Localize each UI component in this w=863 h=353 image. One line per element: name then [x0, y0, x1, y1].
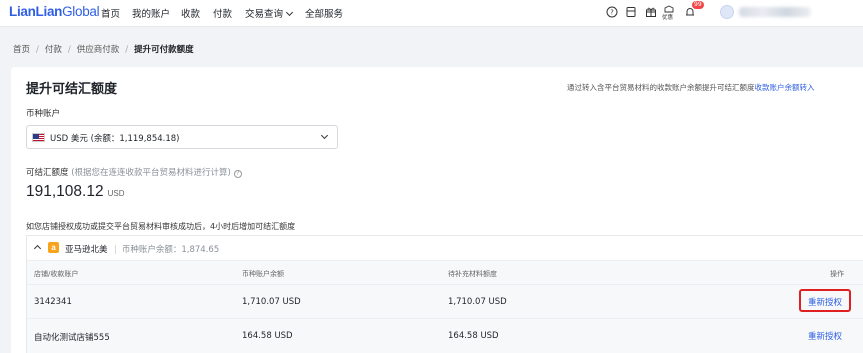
limit-label: 可结汇额度 (根据您在连连收款平台贸易材料进行计算)? [26, 166, 242, 178]
nav-transactions[interactable]: 交易查询 [245, 6, 294, 20]
nav-my-account[interactable]: 我的账户 [132, 6, 170, 20]
gift-icon[interactable] [645, 6, 657, 18]
breadcrumb-pay[interactable]: 付款 [45, 45, 62, 55]
promo-label: 优惠 [662, 15, 674, 21]
nav-all-services[interactable]: 全部服务 [305, 6, 343, 20]
svg-text:?: ? [610, 9, 614, 17]
reauthorize-button[interactable]: 重新授权 [808, 330, 842, 342]
breadcrumb-current: 提升可付款额度 [134, 45, 194, 55]
user-name-blurred[interactable] [739, 7, 811, 17]
us-flag-icon [32, 133, 45, 142]
promo-icon [664, 5, 674, 13]
notification-badge: 99 [692, 1, 704, 9]
breadcrumb-home[interactable]: 首页 [13, 45, 30, 55]
th-action: 操作 [830, 270, 844, 278]
amazon-icon: a [48, 242, 59, 253]
th-account: 店铺/收款账户 [34, 270, 79, 278]
row-pending: 164.58 USD [448, 331, 499, 341]
row-balance: 1,710.07 USD [242, 297, 301, 307]
row-balance: 164.58 USD [242, 331, 293, 341]
tip-text: 通过转入含平台贸易材料的收款账户余额提升可结汇额度收款账户余额转入 [567, 83, 815, 92]
currency-account-label: 币种账户 [26, 109, 61, 119]
avatar[interactable] [720, 5, 734, 19]
main-card: 提升可结汇额度 通过转入含平台贸易材料的收款账户余额提升可结汇额度收款账户余额转… [11, 67, 863, 353]
question-icon[interactable]: ? [233, 170, 242, 178]
th-pending: 待补充材料额度 [448, 270, 497, 278]
top-navbar: LianLianGlobal 首页 我的账户 收款 付款 交易查询 全部服务 ?… [0, 0, 863, 27]
store-table: a 亚马逊北美 | 币种账户余额：1,874.65 店铺/收款账户 币种账户余额 … [26, 235, 863, 353]
chevron-down-icon [320, 131, 329, 140]
table-row: 自动化测试店铺555 164.58 USD 164.58 USD 重新授权 [27, 318, 863, 353]
selected-currency: USD 美元 (余额：1,119,854.18) [50, 134, 180, 144]
chevron-down-icon [285, 8, 294, 17]
document-icon[interactable] [625, 6, 637, 18]
lianlian-global-logo[interactable]: LianLianGlobal [9, 4, 100, 19]
help-icon[interactable]: ? [606, 6, 618, 18]
breadcrumb-supplier-pay[interactable]: 供应商付款 [77, 45, 120, 55]
notice-text: 如您店铺授权成功或提交平台贸易材料审核成功后，4小时后增加可结汇额度 [26, 222, 296, 231]
th-balance: 币种账户余额 [242, 270, 284, 278]
nav-receive[interactable]: 收款 [181, 6, 200, 20]
nav-home[interactable]: 首页 [101, 6, 120, 20]
promo-button[interactable]: 优惠 [662, 5, 676, 23]
page-title: 提升可结汇额度 [26, 82, 118, 97]
row-account: 3142341 [34, 297, 72, 307]
row-account: 自动化测试店铺555 [34, 333, 110, 343]
row-pending: 1,710.07 USD [448, 297, 507, 307]
balance-transfer-link[interactable]: 收款账户余额转入 [755, 83, 815, 92]
chevron-up-icon[interactable] [33, 244, 42, 253]
currency-account-select[interactable]: USD 美元 (余额：1,119,854.18) [26, 125, 338, 149]
nav-pay[interactable]: 付款 [213, 6, 232, 20]
store-group-balance: | 币种账户余额：1,874.65 [114, 245, 220, 255]
table-header: 店铺/收款账户 币种账户余额 待补充材料额度 操作 [27, 260, 863, 284]
breadcrumb: 首页 / 付款 / 供应商付款 / 提升可付款额度 [13, 45, 194, 55]
reauthorize-button[interactable]: 重新授权 [808, 296, 842, 308]
store-group-name: 亚马逊北美 [65, 245, 108, 255]
store-group-header[interactable]: a 亚马逊北美 | 币种账户余额：1,874.65 [27, 236, 863, 260]
table-row: 3142341 1,710.07 USD 1,710.07 USD 重新授权 [27, 284, 863, 318]
limit-amount: 191,108.12 USD [26, 183, 125, 200]
